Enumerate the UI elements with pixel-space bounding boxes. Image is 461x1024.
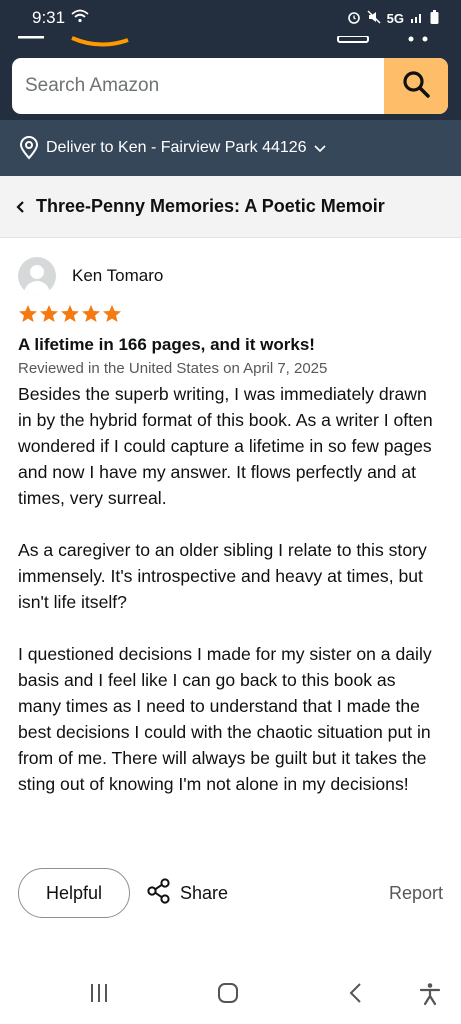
accessibility-icon[interactable] xyxy=(418,982,442,1006)
review-date: Reviewed in the United States on April 7… xyxy=(18,360,328,377)
back-icon[interactable] xyxy=(348,982,364,1004)
star-rating xyxy=(18,304,443,326)
reviewer-profile[interactable]: Ken Tomaro xyxy=(18,256,443,296)
mute-icon xyxy=(367,9,381,27)
chevron-left-icon[interactable] xyxy=(16,200,26,214)
share-icon xyxy=(146,877,172,909)
search-button[interactable] xyxy=(384,58,448,114)
share-button[interactable]: Share xyxy=(146,877,229,909)
more-icon xyxy=(408,36,414,42)
helpful-button[interactable]: Helpful xyxy=(18,868,130,918)
review-card: Ken Tomaro A lifetime in 166 pages, and … xyxy=(0,238,461,797)
product-title-bar[interactable]: Three-Penny Memories: A Poetic Memoir xyxy=(0,176,461,238)
star-icon xyxy=(40,305,58,322)
review-paragraph: As a caregiver to an older sibling I rel… xyxy=(18,540,427,612)
signal-icon xyxy=(410,11,424,26)
network-label: 5G xyxy=(386,10,404,26)
menu-icon xyxy=(18,36,44,39)
delivery-label: Deliver to Ken - Fairview Park 44126 xyxy=(46,139,307,156)
chevron-down-icon xyxy=(313,143,327,153)
review-body: Besides the superb writing, I was immedi… xyxy=(18,381,443,797)
star-icon xyxy=(82,305,100,322)
star-icon xyxy=(19,305,37,322)
recent-apps-icon[interactable] xyxy=(88,982,110,1004)
amazon-logo-icon xyxy=(71,36,129,47)
status-time: 9:31 xyxy=(32,8,66,27)
reviewer-name: Ken Tomaro xyxy=(72,266,164,285)
search-icon xyxy=(401,69,431,104)
home-icon[interactable] xyxy=(216,982,240,1004)
review-title: A lifetime in 166 pages, and it works! xyxy=(18,335,315,354)
avatar xyxy=(18,257,56,295)
app-header xyxy=(0,36,461,120)
search-input[interactable] xyxy=(12,58,384,114)
delivery-location[interactable]: Deliver to Ken - Fairview Park 44126 xyxy=(0,120,461,176)
review-paragraph: I questioned decisions I made for my sis… xyxy=(18,644,432,794)
review-paragraph: Besides the superb writing, I was immedi… xyxy=(18,384,433,508)
wifi-icon xyxy=(71,8,89,28)
share-label: Share xyxy=(180,882,229,903)
system-nav-bar xyxy=(0,962,461,1024)
alarm-icon xyxy=(347,10,361,27)
location-pin-icon xyxy=(18,136,40,160)
star-icon xyxy=(103,305,121,322)
review-actions: Helpful Share Report xyxy=(18,868,443,918)
status-bar: 9:31 5G xyxy=(0,0,461,36)
product-title: Three-Penny Memories: A Poetic Memoir xyxy=(36,196,385,216)
battery-icon xyxy=(430,9,439,27)
header-top-strip xyxy=(0,36,461,50)
star-icon xyxy=(61,305,79,322)
report-link[interactable]: Report xyxy=(389,883,443,904)
search-bar xyxy=(12,58,448,114)
cart-icon xyxy=(337,36,369,43)
